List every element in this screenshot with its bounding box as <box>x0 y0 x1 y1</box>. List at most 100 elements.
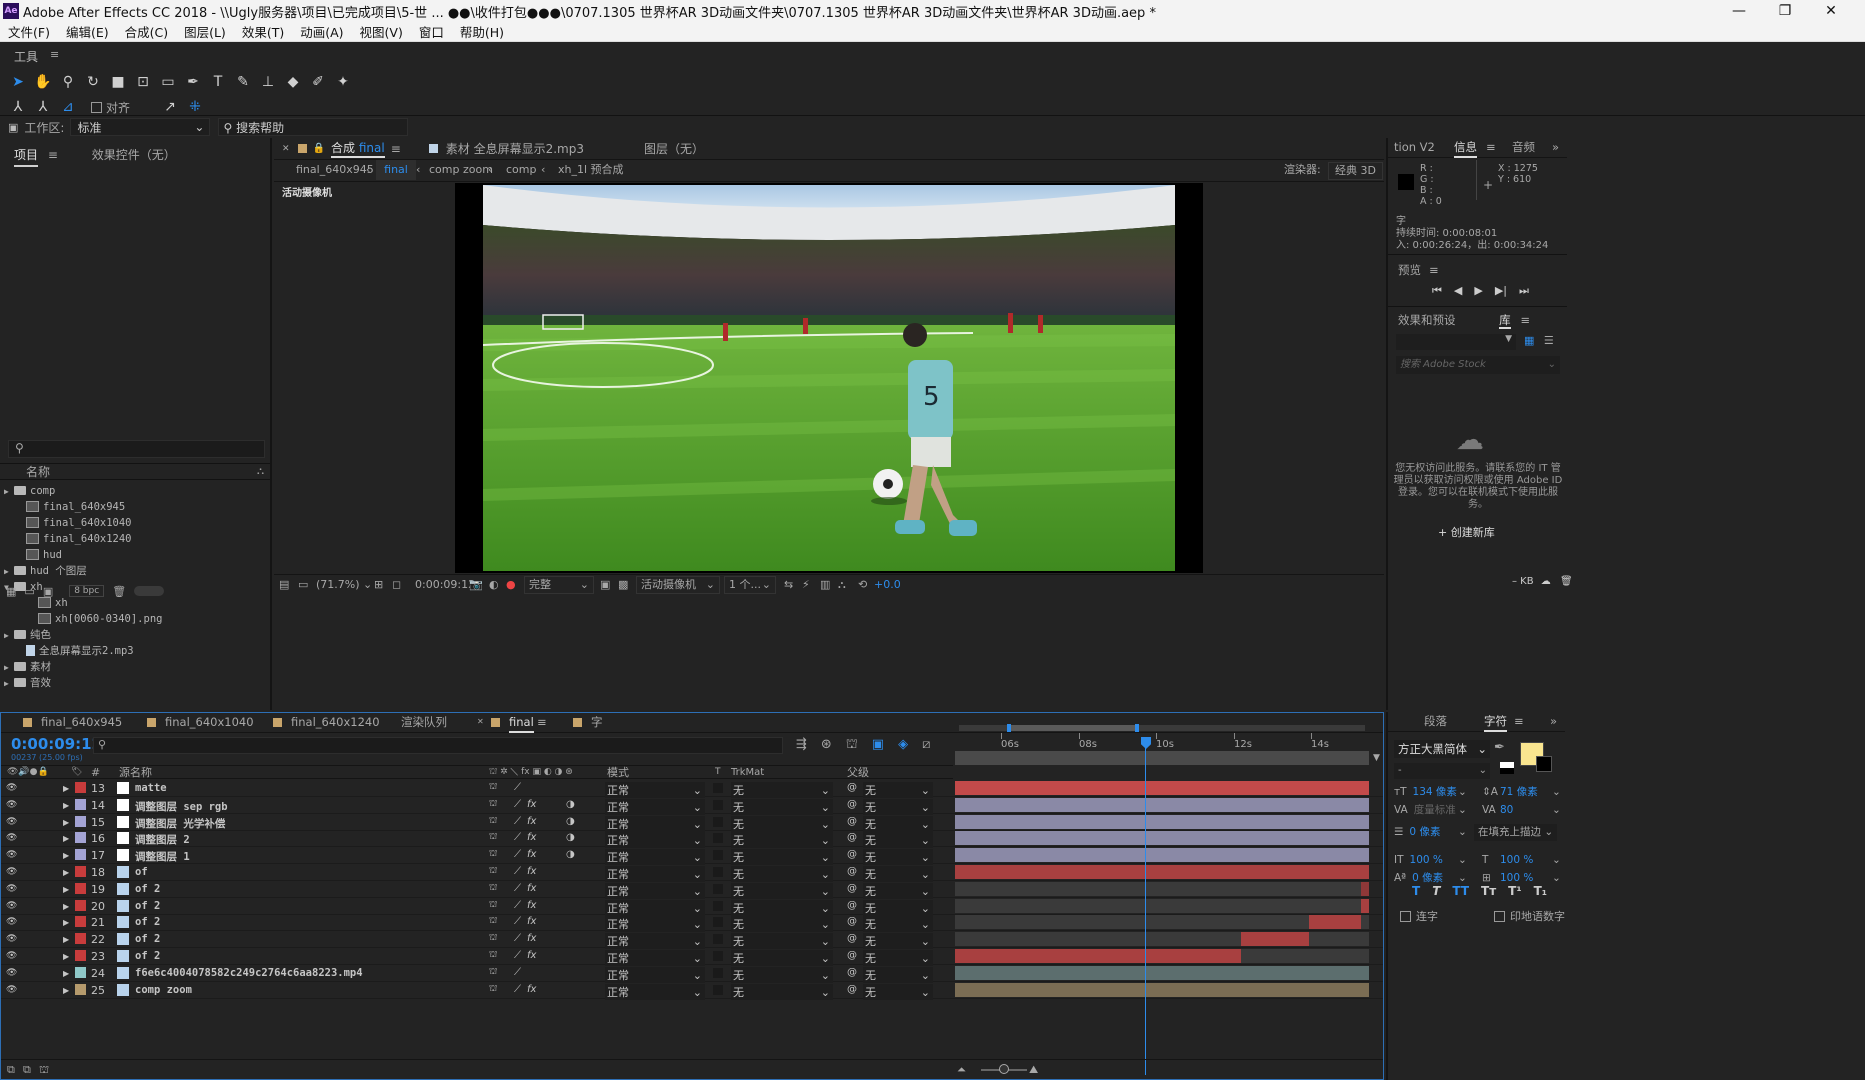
parent-pickwhip-icon[interactable]: @ <box>847 816 857 827</box>
layer-expand-icon[interactable]: ▶ <box>63 952 69 961</box>
next-frame-icon[interactable]: ▶| <box>1495 284 1507 298</box>
leading-value[interactable]: 71 像素 <box>1500 784 1538 801</box>
font-family-dropdown[interactable]: 方正大黑简体 ⌄ <box>1394 740 1490 758</box>
time-zoom-slider-handle[interactable] <box>999 1064 1009 1074</box>
layer-row[interactable]: 👁 ▶ 15 调整图层 光学补偿 ⛫ ⟋ fx ◑ 正常 ⌄ 无 ⌄ @ 无 ⌄ <box>1 814 1383 832</box>
monitor-icon[interactable]: ▭ <box>298 575 308 595</box>
axis-local-icon[interactable]: ⅄ <box>8 97 28 117</box>
visibility-eye-icon[interactable]: 👁 <box>6 901 17 911</box>
shy-switch-icon[interactable]: ⛫ <box>489 933 497 944</box>
grid-view-icon[interactable]: ▦ <box>1524 334 1534 347</box>
parent-pickwhip-icon[interactable]: @ <box>847 832 857 843</box>
parent-pickwhip-icon[interactable]: @ <box>847 916 857 927</box>
layer-row[interactable]: 👁 ▶ 18 of ⛫ ⟋ fx 正常 ⌄ 无 ⌄ @ 无 ⌄ <box>1 864 1383 882</box>
layer-expand-icon[interactable]: ▶ <box>63 885 69 894</box>
timeline-menu-icon[interactable]: ≡ <box>537 713 547 731</box>
tab-effects-presets[interactable]: 效果和预设 <box>1398 313 1456 327</box>
menu-item[interactable]: 窗口 <box>411 22 452 41</box>
project-item[interactable]: xh[0060-0340].png <box>4 611 266 627</box>
trkmat-dropdown[interactable]: 无 ⌄ <box>731 983 833 1000</box>
renderer-button[interactable]: 经典 3D <box>1328 162 1383 180</box>
layer-name[interactable]: 调整图层 sep rgb <box>135 799 228 814</box>
rectangle-tool-icon[interactable]: ▭ <box>158 72 178 92</box>
minimize-button[interactable]: — <box>1716 0 1762 22</box>
menu-item[interactable]: 合成(C) <box>117 22 176 41</box>
quality-switch-icon[interactable]: ⟋ <box>514 832 521 843</box>
layer-expand-icon[interactable]: ▶ <box>63 784 69 793</box>
fast-previews-icon[interactable]: ⚡ <box>802 575 810 595</box>
project-item[interactable]: hud <box>4 547 266 563</box>
axis-world-icon[interactable]: ⅄ <box>33 97 53 117</box>
subscript-icon[interactable]: T₁ <box>1534 884 1547 898</box>
fx-switch-icon[interactable]: fx <box>527 984 536 995</box>
fx-switch-icon[interactable]: fx <box>527 883 536 894</box>
snap-option-icon[interactable]: ↗ <box>160 97 180 117</box>
last-frame-icon[interactable]: ⏭ <box>1519 284 1529 298</box>
timeline-tab[interactable]: 字 <box>591 713 603 731</box>
menu-item[interactable]: 动画(A) <box>292 22 351 41</box>
layer-row[interactable]: 👁 ▶ 24 f6e6c4004078582c249c2764c6aa8223.mp4… <box>1 965 1383 983</box>
layer-label-swatch[interactable] <box>75 933 86 945</box>
layer-duration-bar[interactable] <box>955 848 1369 863</box>
layer-duration-bar[interactable] <box>1360 898 1369 913</box>
parent-dropdown[interactable]: 无 ⌄ <box>863 798 933 815</box>
layer-duration-bar[interactable] <box>955 982 1369 997</box>
pen-tool-icon[interactable]: ✒ <box>183 72 203 92</box>
views-layout-dropdown[interactable]: 1 个... ⌄ <box>724 576 776 594</box>
parent-pickwhip-icon[interactable]: @ <box>847 849 857 860</box>
fx-switch-icon[interactable]: fx <box>527 832 536 843</box>
layer-row[interactable]: 👁 ▶ 23 of 2 ⛫ ⟋ fx 正常 ⌄ 无 ⌄ @ 无 ⌄ <box>1 948 1383 966</box>
fx-switch-icon[interactable]: fx <box>527 849 536 860</box>
parent-dropdown[interactable]: 无 ⌄ <box>863 933 933 950</box>
ligatures-checkbox[interactable] <box>1400 910 1411 922</box>
tab-layer[interactable]: 图层（无） <box>644 140 704 157</box>
parent-dropdown[interactable]: 无 ⌄ <box>863 983 933 1000</box>
first-frame-icon[interactable]: ⏮ <box>1432 284 1442 298</box>
parent-pickwhip-icon[interactable]: @ <box>847 900 857 911</box>
flowchart-icon[interactable]: ⛬ <box>838 575 846 595</box>
preserve-transparency-checkbox[interactable] <box>713 883 723 894</box>
trkmat-dropdown[interactable]: 无 ⌄ <box>731 966 833 983</box>
layer-expand-icon[interactable]: ▶ <box>63 818 69 827</box>
quality-switch-icon[interactable]: ⟋ <box>514 799 521 810</box>
tab-character-view[interactable]: tion V2 <box>1394 138 1435 156</box>
trkmat-dropdown[interactable]: 无 ⌄ <box>731 916 833 933</box>
label-column-icon[interactable]: 🏷 <box>71 766 82 779</box>
frame-blending-icon[interactable]: ▣ <box>872 737 884 754</box>
project-item[interactable]: final_640x1240 <box>4 531 266 547</box>
camera-view-dropdown[interactable]: 活动摄像机 ⌄ <box>636 576 720 594</box>
breadcrumb-item-active[interactable]: final <box>376 160 416 180</box>
timeline-tab[interactable]: 渲染队列 <box>401 713 447 731</box>
menu-item[interactable]: 图层(L) <box>176 22 234 41</box>
layer-duration-bar[interactable] <box>955 865 1369 879</box>
preserve-transparency-checkbox[interactable] <box>713 816 723 827</box>
parent-pickwhip-icon[interactable]: @ <box>847 950 857 961</box>
shy-switch-icon[interactable]: ⛫ <box>489 883 497 894</box>
work-area-end-handle[interactable] <box>1135 724 1139 732</box>
layer-row[interactable]: 👁 ▶ 16 调整图层 2 ⛫ ⟋ fx ◑ 正常 ⌄ 无 ⌄ @ 无 ⌄ <box>1 830 1383 849</box>
expand-icon[interactable]: ▶ <box>4 564 14 580</box>
preserve-transparency-checkbox[interactable] <box>713 850 723 861</box>
fx-switch-icon[interactable]: fx <box>527 816 536 827</box>
layer-label-swatch[interactable] <box>75 815 86 827</box>
fx-switch-icon[interactable]: fx <box>527 916 536 927</box>
layer-expand-icon[interactable]: ▶ <box>63 868 69 877</box>
fx-switch-icon[interactable]: fx <box>527 950 536 961</box>
parent-dropdown[interactable]: 无 ⌄ <box>863 950 933 966</box>
trkmat-dropdown[interactable]: 无 ⌄ <box>731 815 833 832</box>
visibility-eye-icon[interactable]: 👁 <box>6 934 17 944</box>
tools-menu-icon[interactable]: ≡ <box>50 48 59 61</box>
all-caps-icon[interactable]: TT <box>1452 884 1469 898</box>
kerning-value[interactable]: 度量标准 <box>1414 804 1456 816</box>
layer-name[interactable]: of <box>135 866 148 878</box>
tab-footage[interactable]: 素材 全息屏幕显示2.mp3 <box>446 140 584 157</box>
library-dropdown[interactable]: ▼ <box>1396 334 1516 350</box>
layer-duration-bar[interactable] <box>1240 932 1309 947</box>
create-library-button[interactable]: + 创建新库 <box>1438 524 1495 540</box>
zoom-dropdown[interactable]: (71.7%) ⌄ <box>316 575 372 595</box>
layer-duration-bar[interactable] <box>1308 915 1361 930</box>
draft-3d-icon[interactable]: ⊛ <box>821 737 832 754</box>
adjustment-layer-icon[interactable]: ◑ <box>566 832 575 843</box>
stock-search-input[interactable]: 搜索 Adobe Stock ⌄ <box>1396 356 1560 374</box>
visibility-eye-icon[interactable]: 👁 <box>6 783 17 793</box>
